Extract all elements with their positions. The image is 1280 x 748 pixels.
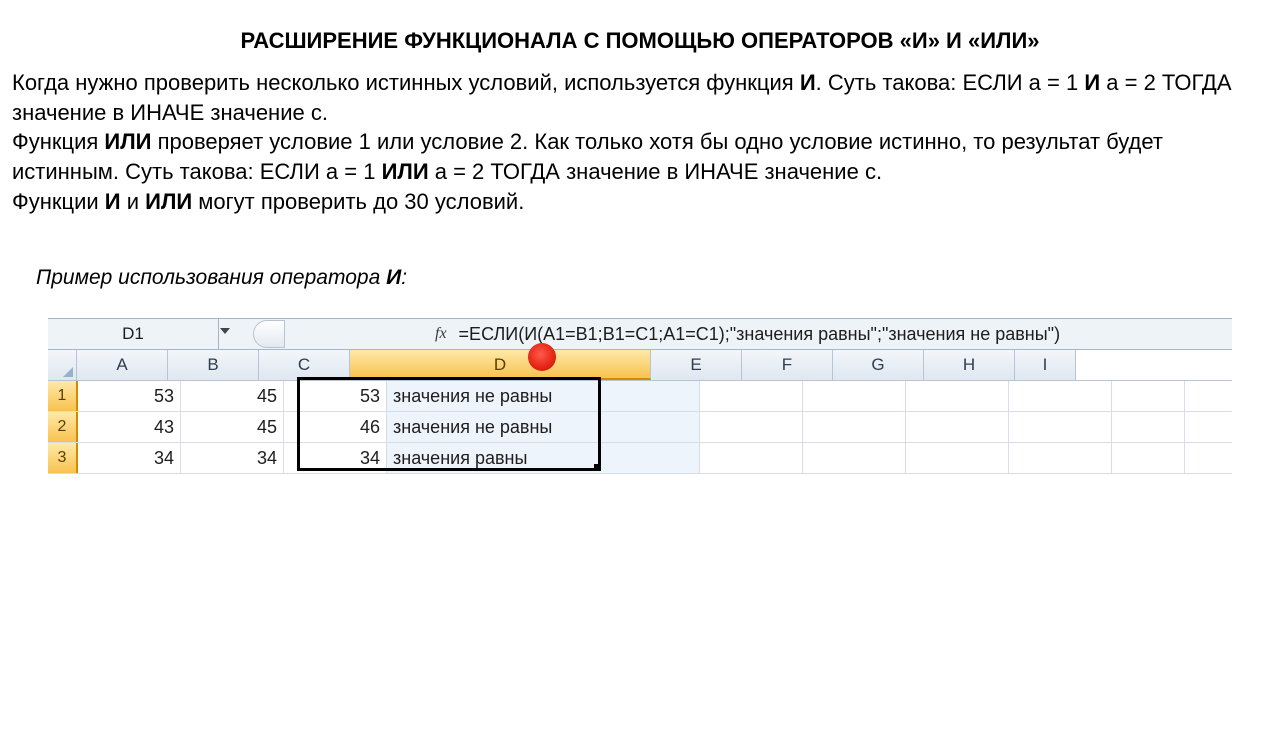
text: Функции xyxy=(12,189,105,214)
fill-handle[interactable] xyxy=(594,464,601,471)
column-header[interactable]: C xyxy=(259,350,350,380)
row-header[interactable]: 2 xyxy=(48,412,78,442)
bold-i: И xyxy=(800,70,816,95)
cell[interactable]: 45 xyxy=(181,412,284,442)
table-row: 2434546значения не равны xyxy=(48,412,1232,443)
cell[interactable] xyxy=(1009,443,1112,473)
name-box-dropdown-icon[interactable] xyxy=(220,328,230,334)
text: Пример использования оператора xyxy=(36,266,386,289)
bold-ili: ИЛИ xyxy=(382,159,429,184)
cell[interactable]: 34 xyxy=(78,443,181,473)
excel-screenshot: D1 fx =ЕСЛИ(И(A1=B1;B1=C1;A1=C1);"значен… xyxy=(48,318,1232,474)
row-header[interactable]: 3 xyxy=(48,443,78,473)
column-header[interactable]: G xyxy=(833,350,924,380)
column-header[interactable]: I xyxy=(1015,350,1076,380)
text: и xyxy=(121,189,146,214)
cell[interactable] xyxy=(1009,381,1112,411)
cell[interactable] xyxy=(1112,381,1185,411)
column-header[interactable]: F xyxy=(742,350,833,380)
cell[interactable]: значения не равны xyxy=(387,412,700,442)
text: могут проверить до 30 условий. xyxy=(192,189,524,214)
cell[interactable]: 46 xyxy=(284,412,387,442)
select-all-corner[interactable] xyxy=(48,350,77,380)
name-box[interactable]: D1 xyxy=(48,319,219,349)
row-header[interactable]: 1 xyxy=(48,381,78,411)
cell[interactable] xyxy=(1009,412,1112,442)
cell[interactable] xyxy=(700,412,803,442)
cell[interactable] xyxy=(906,443,1009,473)
text: Когда нужно проверить несколько истинных… xyxy=(12,70,800,95)
column-headers: ABCDEFGHI xyxy=(48,350,1232,381)
cell[interactable] xyxy=(700,381,803,411)
cell[interactable]: 34 xyxy=(181,443,284,473)
column-header[interactable]: D xyxy=(350,350,651,380)
column-header[interactable]: B xyxy=(168,350,259,380)
cell[interactable]: значения не равны xyxy=(387,381,700,411)
column-header[interactable]: E xyxy=(651,350,742,380)
page-title: РАСШИРЕНИЕ ФУНКЦИОНАЛА С ПОМОЩЬЮ ОПЕРАТО… xyxy=(40,28,1240,54)
example-label: Пример использования оператора И: xyxy=(36,266,1280,290)
bold-i: И xyxy=(386,266,401,289)
bold-ili: ИЛИ xyxy=(104,129,151,154)
cell[interactable]: 34 xyxy=(284,443,387,473)
fx-paren-icon xyxy=(253,320,285,348)
cell[interactable]: 53 xyxy=(78,381,181,411)
cell[interactable] xyxy=(906,381,1009,411)
table-row: 3343434значения равны xyxy=(48,443,1232,474)
cell[interactable] xyxy=(700,443,803,473)
table-row: 1534553значения не равны xyxy=(48,381,1232,412)
body-paragraph: Когда нужно проверить несколько истинных… xyxy=(12,68,1268,216)
text: а = 2 ТОГДА значение в ИНАЧЕ значение с. xyxy=(429,159,882,184)
cell[interactable] xyxy=(803,412,906,442)
column-header[interactable]: A xyxy=(77,350,168,380)
cell[interactable]: 45 xyxy=(181,381,284,411)
cell[interactable] xyxy=(906,412,1009,442)
cell[interactable] xyxy=(803,443,906,473)
bold-ili: ИЛИ xyxy=(145,189,192,214)
formula-text[interactable]: =ЕСЛИ(И(A1=B1;B1=C1;A1=C1);"значения рав… xyxy=(459,324,1061,345)
cell[interactable]: 43 xyxy=(78,412,181,442)
text: . Суть такова: ЕСЛИ а = 1 xyxy=(816,70,1085,95)
cell[interactable] xyxy=(1112,412,1185,442)
fx-icon[interactable]: fx xyxy=(435,325,447,343)
cell[interactable] xyxy=(1112,443,1185,473)
cell[interactable]: 53 xyxy=(284,381,387,411)
bold-i: И xyxy=(1084,70,1100,95)
text: Функция xyxy=(12,129,104,154)
formula-bar: D1 fx =ЕСЛИ(И(A1=B1;B1=C1;A1=C1);"значен… xyxy=(48,319,1232,350)
bold-i: И xyxy=(105,189,121,214)
column-header[interactable]: H xyxy=(924,350,1015,380)
cell[interactable] xyxy=(803,381,906,411)
text: : xyxy=(401,266,407,289)
cell[interactable]: значения равны xyxy=(387,443,700,473)
